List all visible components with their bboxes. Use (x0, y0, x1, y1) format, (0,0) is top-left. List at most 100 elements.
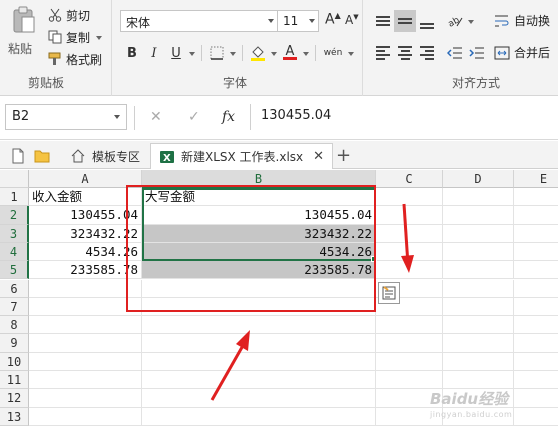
insert-function-button[interactable]: fx (222, 109, 235, 125)
cell-d2[interactable] (443, 206, 514, 225)
cell-a6[interactable] (29, 279, 142, 298)
cell-e1[interactable] (514, 188, 558, 207)
cell-b13[interactable] (142, 407, 376, 426)
phonetic-dropdown-icon[interactable] (346, 42, 356, 64)
cell-b7[interactable] (142, 297, 376, 317)
column-header-d[interactable]: D (443, 170, 514, 188)
row-header-7[interactable]: 7 (0, 297, 29, 317)
cell-e3[interactable] (514, 225, 558, 243)
cell-e5[interactable] (514, 261, 558, 280)
cell-d3[interactable] (443, 224, 514, 243)
align-bottom-icon[interactable] (416, 10, 438, 32)
border-button[interactable] (206, 42, 228, 64)
cell-c10[interactable] (376, 352, 443, 371)
increase-font-size-icon[interactable]: A▲ (325, 11, 341, 28)
copy-button[interactable]: 复制 (48, 28, 104, 46)
merge-center-button[interactable]: 合并后 (494, 44, 550, 61)
cell-a10[interactable] (29, 352, 142, 371)
cell-c5[interactable] (376, 261, 443, 280)
decrease-indent-icon[interactable] (444, 42, 466, 64)
row-header-10[interactable]: 10 (0, 352, 29, 371)
cell-e12[interactable] (514, 389, 558, 408)
cell-e4[interactable] (514, 243, 558, 262)
cell-c3[interactable] (376, 224, 443, 243)
cell-a7[interactable] (29, 297, 142, 317)
increase-indent-icon[interactable] (466, 42, 488, 64)
enter-icon[interactable]: ✓ (188, 109, 200, 125)
align-right-icon[interactable] (416, 42, 438, 64)
cell-c2[interactable] (376, 206, 443, 225)
formula-input[interactable]: 130455.04 (250, 104, 558, 130)
cell-b12[interactable] (142, 389, 376, 408)
row-header-2[interactable]: 2 (0, 206, 29, 225)
cell-d1[interactable] (443, 188, 514, 207)
close-tab-icon[interactable]: ✕ (313, 149, 324, 164)
cell-b2[interactable]: 130455.04 (142, 206, 376, 225)
fill-color-button[interactable] (247, 42, 269, 64)
row-header-5[interactable]: 5 (0, 261, 29, 280)
cancel-icon[interactable]: ✕ (150, 109, 162, 125)
row-header-11[interactable]: 11 (0, 371, 29, 390)
fill-handle[interactable] (371, 256, 377, 262)
cell-d7[interactable] (443, 297, 514, 317)
name-box[interactable]: B2 (5, 104, 127, 130)
new-file-icon[interactable] (10, 148, 26, 164)
cell-a8[interactable] (29, 316, 142, 335)
row-header-3[interactable]: 3 (0, 224, 29, 243)
cell-a2[interactable]: 130455.04 (29, 206, 142, 225)
cell-e11[interactable] (514, 371, 558, 390)
row-header-13[interactable]: 13 (0, 407, 29, 426)
underline-button[interactable]: U (165, 42, 187, 64)
new-tab-button[interactable]: + (336, 145, 351, 166)
cell-a1[interactable]: 收入金额 (29, 188, 142, 207)
wrap-text-button[interactable]: 自动换 (494, 12, 550, 29)
cell-a12[interactable] (29, 389, 142, 408)
cell-c4[interactable] (376, 242, 443, 262)
cell-c8[interactable] (376, 316, 443, 335)
paste-button[interactable]: 粘贴 (6, 6, 40, 60)
orientation-dropdown-icon[interactable] (466, 10, 476, 32)
cut-button[interactable]: 剪切 (48, 6, 90, 24)
quick-analysis-button[interactable] (378, 282, 400, 304)
column-header-a[interactable]: A (29, 170, 142, 188)
cell-a5[interactable]: 233585.78 (29, 261, 142, 280)
cell-b4[interactable]: 4534.26 (142, 242, 376, 262)
cell-d6[interactable] (443, 279, 514, 298)
cell-d10[interactable] (443, 352, 514, 371)
row-header-6[interactable]: 6 (0, 279, 29, 298)
border-dropdown-icon[interactable] (228, 42, 238, 64)
tab-workbook[interactable]: X 新建XLSX 工作表.xlsx ✕ (150, 143, 334, 169)
open-folder-icon[interactable] (34, 148, 50, 164)
cell-b9[interactable] (142, 334, 376, 353)
italic-button[interactable]: I (143, 42, 165, 64)
cell-d11[interactable] (443, 371, 514, 390)
column-header-b[interactable]: B (142, 170, 376, 188)
align-center-icon[interactable] (394, 42, 416, 64)
copy-dropdown-icon[interactable] (94, 26, 104, 48)
cell-d8[interactable] (443, 316, 514, 335)
cell-a9[interactable] (29, 334, 142, 353)
row-header-9[interactable]: 9 (0, 334, 29, 353)
row-header-12[interactable]: 12 (0, 389, 29, 408)
format-painter-button[interactable]: 格式刷 (48, 50, 102, 68)
cell-b6[interactable] (142, 279, 376, 298)
select-all-corner[interactable] (0, 170, 29, 188)
cell-e6[interactable] (514, 280, 558, 298)
cell-a13[interactable] (29, 407, 142, 426)
align-left-icon[interactable] (372, 42, 394, 64)
align-middle-icon[interactable] (394, 10, 416, 32)
cell-b1[interactable]: 大写金额 (142, 188, 376, 207)
cell-d9[interactable] (443, 334, 514, 353)
cell-a3[interactable]: 323432.22 (29, 224, 142, 243)
column-header-c[interactable]: C (376, 170, 443, 188)
font-color-button[interactable]: A (279, 42, 301, 64)
cell-a4[interactable]: 4534.26 (29, 242, 142, 262)
cell-d5[interactable] (443, 261, 514, 280)
cell-e8[interactable] (514, 316, 558, 335)
spreadsheet-grid[interactable]: A B C D E 1 收入金额 大写金额 2 130455.04 130455.04 3 323432… (0, 170, 558, 435)
row-header-1[interactable]: 1 (0, 188, 29, 207)
cell-b5[interactable]: 233585.78 (142, 261, 376, 280)
cell-e7[interactable] (514, 298, 558, 317)
cell-b3[interactable]: 323432.22 (142, 224, 376, 243)
cell-e10[interactable] (514, 353, 558, 371)
